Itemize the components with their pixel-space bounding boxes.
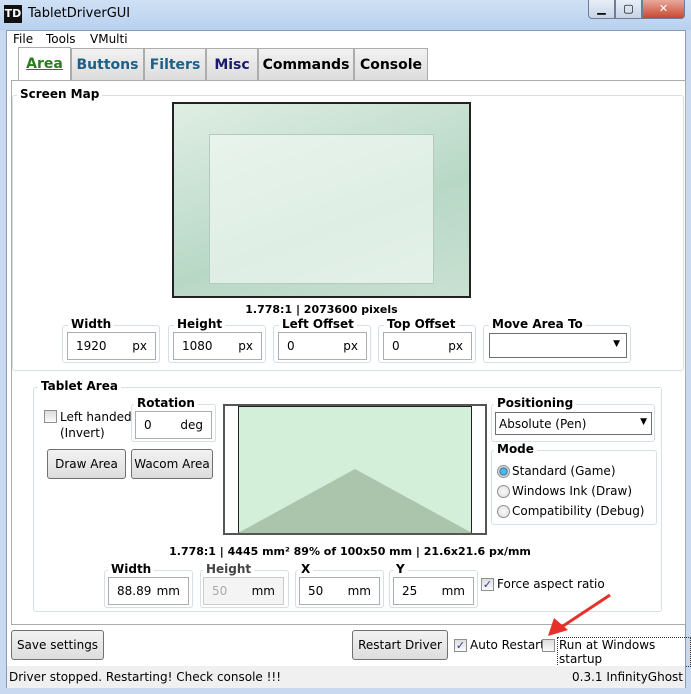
tablet-width-input[interactable]: 88.89 mm bbox=[108, 577, 189, 605]
screen-left-offset-label: Left Offset bbox=[279, 317, 357, 331]
desktop-window-thumbnail bbox=[209, 134, 434, 284]
tab-area[interactable]: Area bbox=[18, 47, 71, 81]
mode-windows-ink-radio[interactable] bbox=[497, 485, 510, 498]
minimize-button[interactable]: ▁ bbox=[588, 0, 615, 19]
tablet-height-input[interactable]: 50 mm bbox=[203, 577, 284, 605]
tablet-x-label: X bbox=[298, 562, 314, 576]
unit: px bbox=[343, 339, 358, 353]
auto-restart-checkbox[interactable]: ✓ bbox=[454, 639, 467, 652]
unit: deg bbox=[180, 418, 203, 432]
window-title: TabletDriverGUI bbox=[28, 6, 131, 21]
menu-file[interactable]: File bbox=[13, 32, 33, 46]
value: 50 bbox=[308, 584, 324, 598]
screen-width-input[interactable]: 1920 px bbox=[67, 332, 156, 360]
tab-filters[interactable]: Filters bbox=[144, 48, 206, 80]
value: 50 bbox=[212, 584, 228, 598]
restart-driver-button[interactable]: Restart Driver bbox=[352, 630, 448, 660]
rotation-input[interactable]: 0 deg bbox=[135, 411, 212, 439]
tab-commands[interactable]: Commands bbox=[258, 48, 354, 80]
tablet-y-input[interactable]: 25 mm bbox=[393, 577, 474, 605]
mode-standard-label: Standard (Game) bbox=[512, 464, 616, 478]
tablet-area-preview[interactable] bbox=[223, 404, 487, 535]
wacom-area-button[interactable]: Wacom Area bbox=[131, 449, 213, 479]
mode-compatibility-label: Compatibility (Debug) bbox=[512, 504, 645, 518]
run-at-startup-label: Run at Windows startup bbox=[557, 637, 691, 667]
value: 1920 bbox=[76, 339, 107, 353]
draw-area-button[interactable]: Draw Area bbox=[47, 449, 126, 479]
tablet-height-label: Height bbox=[203, 562, 255, 576]
red-arrow-annotation bbox=[548, 593, 611, 636]
unit: px bbox=[238, 339, 253, 353]
value: 0 bbox=[144, 418, 152, 432]
value: 0 bbox=[392, 339, 400, 353]
value: Absolute (Pen) bbox=[499, 417, 587, 431]
auto-restart-label: Auto Restart bbox=[470, 638, 545, 652]
force-aspect-label: Force aspect ratio bbox=[497, 577, 605, 591]
tablet-area-info: 1.778:1 | 4445 mm² 89% of 100x50 mm | 21… bbox=[169, 545, 531, 558]
tablet-y-label: Y bbox=[393, 562, 408, 576]
tablet-x-input[interactable]: 50 mm bbox=[299, 577, 380, 605]
tab-buttons[interactable]: Buttons bbox=[71, 48, 144, 80]
unit: px bbox=[448, 339, 463, 353]
unit: px bbox=[132, 339, 147, 353]
positioning-dropdown[interactable]: Absolute (Pen) ▼ bbox=[495, 412, 652, 435]
move-area-label: Move Area To bbox=[489, 317, 586, 331]
menu-vmulti[interactable]: VMulti bbox=[90, 32, 128, 46]
screen-map-info: 1.778:1 | 2073600 pixels bbox=[245, 303, 398, 316]
positioning-label: Positioning bbox=[494, 396, 577, 410]
tablet-width-label: Width bbox=[108, 562, 155, 576]
value: 0 bbox=[287, 339, 295, 353]
mode-compatibility-radio[interactable] bbox=[497, 505, 510, 518]
left-handed-checkbox[interactable] bbox=[44, 410, 57, 423]
mode-standard-radio[interactable] bbox=[497, 465, 510, 478]
screen-map-title: Screen Map bbox=[17, 87, 103, 101]
screen-map-preview[interactable] bbox=[172, 102, 471, 298]
mode-label: Mode bbox=[494, 442, 537, 456]
screen-top-offset-input[interactable]: 0 px bbox=[383, 332, 472, 360]
mode-windows-ink-label: Windows Ink (Draw) bbox=[512, 484, 632, 498]
force-aspect-checkbox[interactable]: ✓ bbox=[481, 578, 494, 591]
left-handed-label: Left handed (Invert) bbox=[60, 409, 132, 441]
value: 88.89 bbox=[117, 584, 152, 598]
status-bar: Driver stopped. Restarting! Check consol… bbox=[7, 666, 685, 688]
tab-misc[interactable]: Misc bbox=[206, 48, 258, 80]
unit: mm bbox=[251, 584, 275, 598]
screen-height-input[interactable]: 1080 px bbox=[173, 332, 262, 360]
screen-height-label: Height bbox=[174, 317, 226, 331]
maximize-button[interactable]: ▢ bbox=[615, 0, 642, 19]
invert-text: (Invert) bbox=[60, 426, 105, 440]
arrow-head bbox=[548, 618, 568, 636]
value: 1080 bbox=[182, 339, 213, 353]
menu-tools[interactable]: Tools bbox=[46, 32, 76, 46]
version-label: 0.3.1 InfinityGhost bbox=[572, 670, 683, 684]
save-settings-button[interactable]: Save settings bbox=[11, 630, 104, 660]
left-handed-text: Left handed bbox=[60, 410, 132, 424]
title-bar: TD TabletDriverGUI ▁ ▢ ✕ bbox=[0, 0, 691, 30]
unit: mm bbox=[347, 584, 371, 598]
arrow-shaft bbox=[559, 593, 611, 630]
value: 25 bbox=[402, 584, 418, 598]
rotation-label: Rotation bbox=[134, 396, 198, 410]
screen-width-label: Width bbox=[68, 317, 115, 331]
screen-left-offset-input[interactable]: 0 px bbox=[278, 332, 367, 360]
unit: mm bbox=[156, 584, 180, 598]
tablet-area-title: Tablet Area bbox=[38, 379, 121, 393]
status-message: Driver stopped. Restarting! Check consol… bbox=[9, 670, 282, 684]
move-area-dropdown[interactable]: ▼ bbox=[489, 333, 627, 358]
app-icon: TD bbox=[4, 5, 22, 23]
chevron-down-icon: ▼ bbox=[613, 339, 620, 349]
tablet-area-rect bbox=[238, 406, 472, 533]
unit: mm bbox=[441, 584, 465, 598]
screen-top-offset-label: Top Offset bbox=[384, 317, 459, 331]
tab-console[interactable]: Console bbox=[354, 48, 428, 80]
run-at-startup-checkbox[interactable] bbox=[542, 639, 555, 652]
chevron-down-icon: ▼ bbox=[640, 417, 647, 427]
close-button[interactable]: ✕ bbox=[642, 0, 685, 19]
